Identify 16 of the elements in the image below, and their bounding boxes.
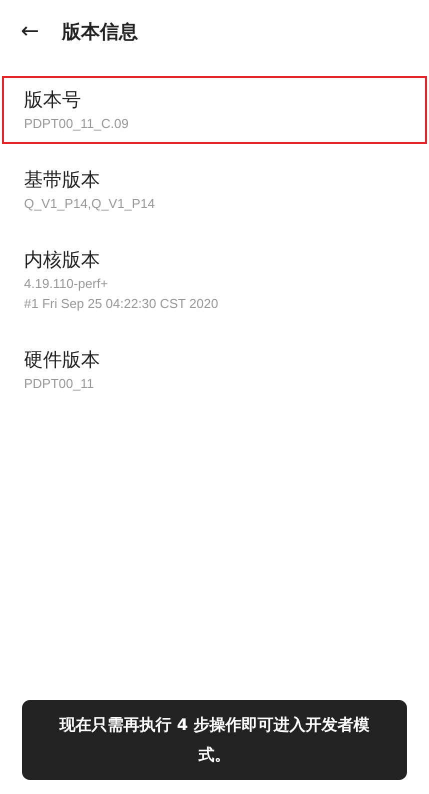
version-item[interactable]: 基带版本 Q_V1_P14,Q_V1_P14 xyxy=(2,156,427,224)
item-value: PDPT00_11_C.09 xyxy=(24,115,130,133)
item-label: 版本号 xyxy=(24,88,82,113)
item-value: 4.19.110-perf+ xyxy=(24,275,109,293)
version-item[interactable]: 硬件版本 PDPT00_11 xyxy=(2,336,427,404)
item-label: 硬件版本 xyxy=(24,348,101,373)
toast-message: 现在只需再执行 4 步操作即可进入开发者模式。 xyxy=(22,700,407,780)
back-button[interactable]: ← xyxy=(18,21,42,43)
item-label: 基带版本 xyxy=(24,168,101,193)
item-label: 内核版本 xyxy=(24,248,101,273)
page-title: 版本信息 xyxy=(62,20,138,45)
item-value: PDPT00_11 xyxy=(24,375,95,393)
item-value: #1 Fri Sep 25 04:22:30 CST 2020 xyxy=(24,295,220,313)
item-value: Q_V1_P14,Q_V1_P14 xyxy=(24,195,156,213)
version-item[interactable]: 内核版本 4.19.110-perf+ #1 Fri Sep 25 04:22:30 CST 2020 xyxy=(2,236,427,324)
version-item[interactable]: 版本号 PDPT00_11_C.09 xyxy=(2,76,427,144)
